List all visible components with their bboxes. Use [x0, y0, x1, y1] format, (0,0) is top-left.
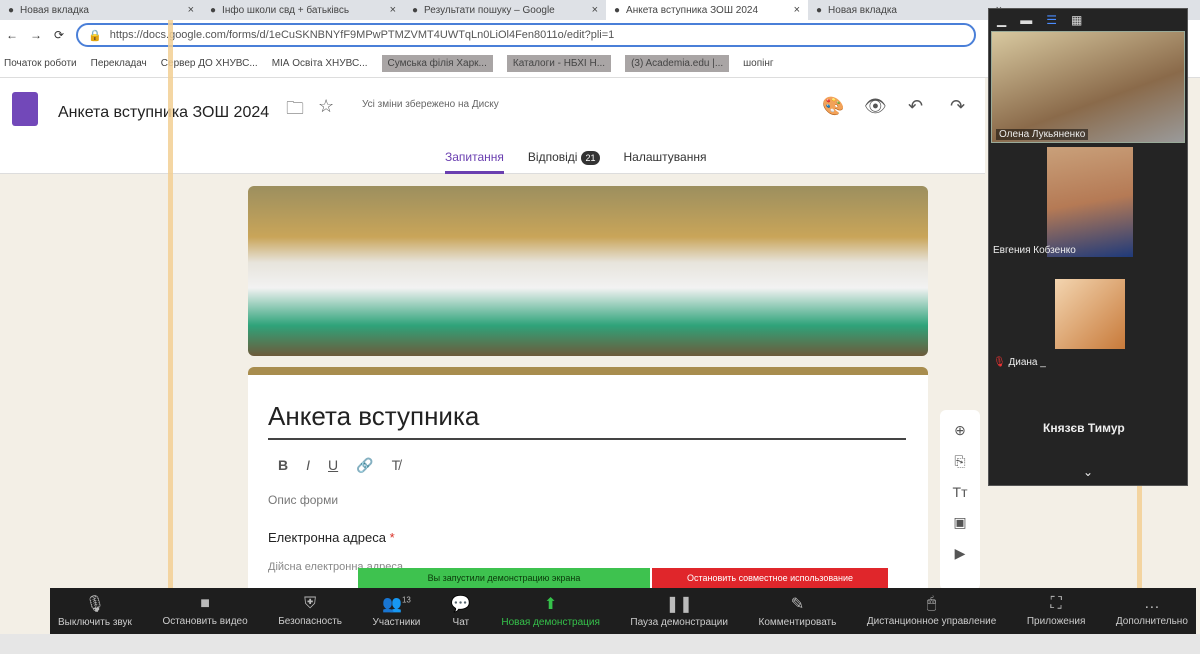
bold-button[interactable]: B — [278, 457, 288, 474]
add-question-icon[interactable]: ⊕ — [954, 422, 966, 439]
gmail-icon: ● — [210, 4, 217, 16]
import-questions-icon[interactable]: ⎘ — [954, 453, 965, 470]
zoom-toolbar: 🎙 Выключить звук ■ Остановить видео ⛨ Безопас… — [50, 588, 1196, 634]
form-heading-input[interactable]: Анкета вступника — [268, 401, 906, 440]
browser-tab[interactable]: ● Анкета вступника ЗОШ 2024 × — [606, 0, 808, 20]
required-mark: * — [389, 530, 395, 545]
shield-icon: ⛨ — [304, 595, 317, 612]
forms-logo-icon[interactable] — [12, 92, 38, 126]
drive-icon: ● — [412, 4, 419, 16]
bookmark-item[interactable]: МІА Освіта ХНУВС... — [272, 58, 368, 69]
bookmark-item[interactable]: Сервер ДО ХНУВС... — [161, 58, 258, 69]
palette-icon[interactable]: 🎨 — [822, 96, 844, 117]
redo-icon[interactable]: ↷ — [950, 96, 965, 117]
underline-button[interactable]: U — [328, 457, 338, 474]
scroll-down-chevron-icon[interactable]: ⌄ — [1083, 465, 1093, 479]
save-status: Усі зміни збережено на Диску — [362, 99, 499, 110]
bookmark-item[interactable]: (3) Academia.edu |... — [625, 55, 730, 72]
browser-tab[interactable]: ● Результати пошуку – Google × — [404, 0, 606, 20]
folder-icon[interactable]: 🗀 — [286, 96, 304, 126]
pen-icon: ✎ — [790, 596, 805, 613]
back-icon[interactable]: ← — [6, 28, 18, 42]
form-title-card[interactable]: Анкета вступника B I U 🔗 T̸ Опис форми Е… — [248, 367, 928, 597]
participant-video-2[interactable] — [1047, 147, 1133, 257]
participant-video-1[interactable]: Олена Лукьяненко — [991, 31, 1185, 143]
bookmark-item[interactable]: шопінг — [743, 58, 773, 69]
sharing-notice: Вы запустили демонстрацию экрана — [358, 568, 650, 588]
browser-tab[interactable]: ●Новая вкладка× — [0, 0, 202, 20]
more-icon: … — [1143, 595, 1160, 612]
add-video-icon[interactable]: ▶ — [955, 545, 966, 562]
close-tab-icon[interactable]: × — [188, 4, 194, 16]
chrome-icon: ● — [8, 4, 15, 16]
zoom-button-more[interactable]: … Дополнительно — [1116, 588, 1188, 634]
star-icon[interactable]: ☆ — [318, 96, 334, 117]
form-doc-title[interactable]: Анкета вступника ЗОШ 2024 — [58, 104, 269, 122]
tab-questions[interactable]: Запитання — [445, 150, 504, 174]
zoom-button-video[interactable]: ■ Остановить видео — [162, 588, 247, 634]
share-border-left — [168, 20, 173, 590]
minimize-icon[interactable]: ▁ — [997, 13, 1006, 27]
browser-tab[interactable]: ● Інфо школи свд + батьківсь × — [202, 0, 404, 20]
close-tab-icon[interactable]: × — [794, 4, 800, 16]
lock-icon: 🔒 — [88, 29, 102, 42]
clear-format-icon[interactable]: T̸ — [392, 457, 401, 474]
zoom-participants-panel: ▁ ▬ ☰ ▦ Олена Лукьяненко Евгения Кобзенко 🎙… — [988, 8, 1188, 486]
bookmark-item[interactable]: Каталоги - НБХІ Н... — [506, 55, 612, 72]
responses-count-badge: 21 — [581, 151, 600, 165]
zoom-button-pause[interactable]: ❚❚ Пауза демонстрации — [630, 588, 728, 634]
stop-share-button[interactable]: Остановить совместное использование — [652, 568, 888, 588]
chat-icon: 💬 — [450, 596, 471, 613]
zoom-button-share-screen[interactable]: ⬆ Новая демонстрация — [501, 588, 600, 634]
question-side-toolbar: ⊕ ⎘ Tт ▣ ▶ — [940, 410, 980, 590]
form-description-input[interactable]: Опис форми — [268, 493, 338, 507]
reload-icon[interactable]: ⟳ — [54, 28, 64, 42]
add-image-icon[interactable]: ▣ — [953, 514, 966, 531]
undo-icon[interactable]: ↶ — [908, 96, 923, 117]
zoom-button-mouse[interactable]: 🖱 Дистанционное управление — [867, 588, 996, 634]
share-screen-icon: ⬆ — [543, 596, 558, 613]
zoom-button-microphone[interactable]: 🎙 Выключить звук — [58, 588, 132, 634]
close-tab-icon[interactable]: × — [390, 4, 396, 16]
taskbar — [0, 634, 1200, 654]
participants-icon: 👥13 — [382, 595, 411, 613]
participant-avatar-3[interactable] — [1055, 279, 1125, 349]
zoom-button-participants[interactable]: 👥13 Участники — [373, 588, 421, 634]
pause-icon: ❚❚ — [665, 596, 693, 613]
tab-settings[interactable]: Налаштування — [624, 150, 707, 174]
forward-icon[interactable]: → — [30, 28, 42, 42]
video-icon: ■ — [200, 595, 210, 612]
zoom-button-shield[interactable]: ⛨ Безопасность — [278, 588, 342, 634]
bookmark-item[interactable]: Початок роботи — [4, 58, 77, 69]
format-toolbar: B I U 🔗 T̸ — [278, 457, 400, 474]
zoom-button-pen[interactable]: ✎ Комментировать — [759, 588, 837, 634]
url-input[interactable]: 🔒 https://docs.google.com/forms/d/1eCuSKN… — [76, 23, 977, 47]
email-question-label: Електронна адреса * — [268, 530, 395, 545]
participant-name-4[interactable]: Князєв Тимур — [1043, 421, 1125, 435]
forms-header: Анкета вступника ЗОШ 2024 🗀 ☆ Усі зміни … — [0, 78, 985, 174]
header-image-school — [248, 186, 928, 356]
gallery-view-icon[interactable]: ▦ — [1071, 13, 1082, 27]
muted-mic-icon: 🎙 — [993, 357, 1006, 368]
zoom-button-apps[interactable]: ⛶ Приложения — [1027, 588, 1086, 634]
zoom-button-chat[interactable]: 💬 Чат — [451, 588, 471, 634]
preview-eye-icon[interactable]: 👁 — [864, 96, 887, 117]
participant-count: 13 — [401, 595, 411, 605]
add-title-icon[interactable]: Tт — [953, 484, 968, 500]
microphone-icon: 🎙 — [84, 596, 106, 613]
mouse-icon: 🖱 — [926, 595, 937, 612]
italic-button[interactable]: I — [306, 457, 310, 474]
bookmark-item[interactable]: Перекладач — [91, 58, 147, 69]
apps-icon: ⛶ — [1050, 595, 1062, 612]
tab-responses[interactable]: Відповіді 21 — [528, 150, 600, 174]
link-icon[interactable]: 🔗 — [356, 457, 373, 474]
speaker-view-icon[interactable]: ▬ — [1020, 13, 1032, 27]
forms-icon: ● — [614, 4, 621, 16]
close-tab-icon[interactable]: × — [592, 4, 598, 16]
chrome-icon: ● — [816, 4, 823, 16]
strip-view-icon[interactable]: ☰ — [1046, 13, 1057, 27]
bookmark-item[interactable]: Сумська філія Харк... — [381, 55, 493, 72]
browser-tab[interactable]: ●Новая вкладка× — [808, 0, 1010, 20]
